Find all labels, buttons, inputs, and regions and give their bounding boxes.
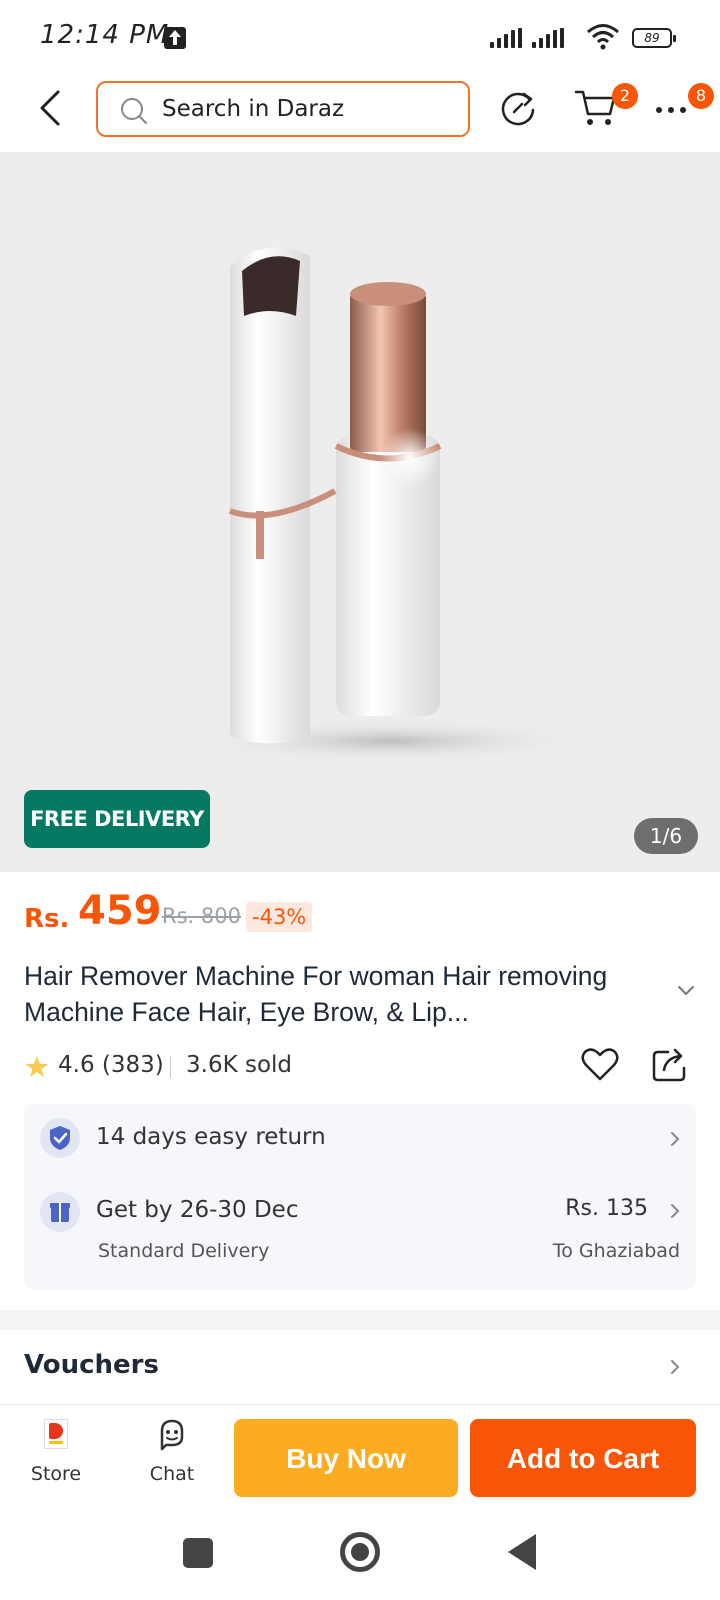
return-policy-text: 14 days easy return: [96, 1124, 326, 1150]
original-price: Rs. 800: [162, 904, 241, 928]
back-triangle-icon[interactable]: [508, 1534, 536, 1570]
search-icon: [121, 98, 147, 124]
status-bar: 12:14 PM 89: [0, 0, 720, 76]
back-arrow-icon[interactable]: [34, 88, 70, 128]
delivery-type: Standard Delivery: [98, 1240, 270, 1262]
signal-icon: [532, 28, 566, 48]
add-to-cart-button[interactable]: Add to Cart: [470, 1419, 696, 1497]
heart-icon[interactable]: [580, 1044, 620, 1084]
refresh-icon[interactable]: [498, 88, 538, 128]
sold-count: 3.6K sold: [186, 1052, 293, 1078]
delivery-fee: Rs. 135: [565, 1196, 648, 1221]
section-divider: [0, 1310, 720, 1330]
home-icon[interactable]: [340, 1532, 380, 1572]
shield-check-icon: [40, 1118, 80, 1158]
chevron-right-icon: [671, 1204, 680, 1218]
product-image: [190, 247, 590, 763]
product-title: Hair Remover Machine For woman Hair remo…: [24, 961, 608, 1027]
search-placeholder: Search in Daraz: [162, 96, 345, 122]
divider: [170, 1056, 171, 1078]
search-input[interactable]: Search in Daraz: [96, 81, 470, 137]
service-info-card: 14 days easy return Get by 26-30 Dec Sta…: [24, 1104, 696, 1290]
price-currency: Rs.: [24, 904, 70, 934]
buy-now-button[interactable]: Buy Now: [234, 1419, 458, 1497]
upload-icon: [164, 27, 186, 49]
recent-apps-icon[interactable]: [183, 1538, 213, 1568]
chevron-right-icon: [671, 1132, 680, 1146]
vouchers-title: Vouchers: [24, 1350, 159, 1380]
bottom-action-bar: Store Chat Buy Now Add to Cart: [0, 1404, 720, 1504]
rating-row: 4.6 (383) 3.6K sold: [24, 1048, 704, 1086]
signal-icon: [490, 28, 524, 48]
system-navigation-bar: [0, 1504, 720, 1600]
store-button[interactable]: Store: [18, 1415, 94, 1491]
delivery-box-icon: [40, 1192, 80, 1232]
price-value: 459: [78, 888, 162, 934]
free-delivery-badge: FREE DELIVERY: [24, 790, 210, 848]
product-image-gallery[interactable]: FREE DELIVERY 1/6: [0, 152, 720, 872]
delivery-location: To Ghaziabad: [552, 1240, 680, 1262]
status-time: 12:14 PM: [40, 20, 170, 50]
delivery-date: Get by 26-30 Dec: [96, 1197, 299, 1223]
wifi-icon: [587, 24, 619, 50]
more-options-icon[interactable]: [654, 94, 690, 124]
chevron-down-icon[interactable]: [676, 984, 696, 998]
store-label: Store: [30, 1463, 82, 1485]
chat-icon: [160, 1419, 184, 1451]
battery-icon: 89: [632, 28, 676, 48]
chat-label: Chat: [149, 1463, 195, 1485]
header: Search in Daraz 2 8: [0, 76, 720, 152]
image-counter: 1/6: [634, 818, 698, 854]
chat-button[interactable]: Chat: [134, 1415, 210, 1491]
star-icon: [25, 1056, 49, 1077]
cart-count-badge: 2: [612, 83, 638, 109]
store-logo-icon: [44, 1419, 68, 1449]
share-icon[interactable]: [650, 1044, 690, 1084]
chevron-right-icon: [671, 1360, 680, 1374]
notification-count-badge: 8: [688, 83, 714, 109]
discount-badge: -43%: [246, 902, 313, 932]
price-row: Rs. 459 Rs. 800 -43%: [24, 888, 704, 942]
rating-text[interactable]: 4.6 (383): [58, 1052, 164, 1078]
